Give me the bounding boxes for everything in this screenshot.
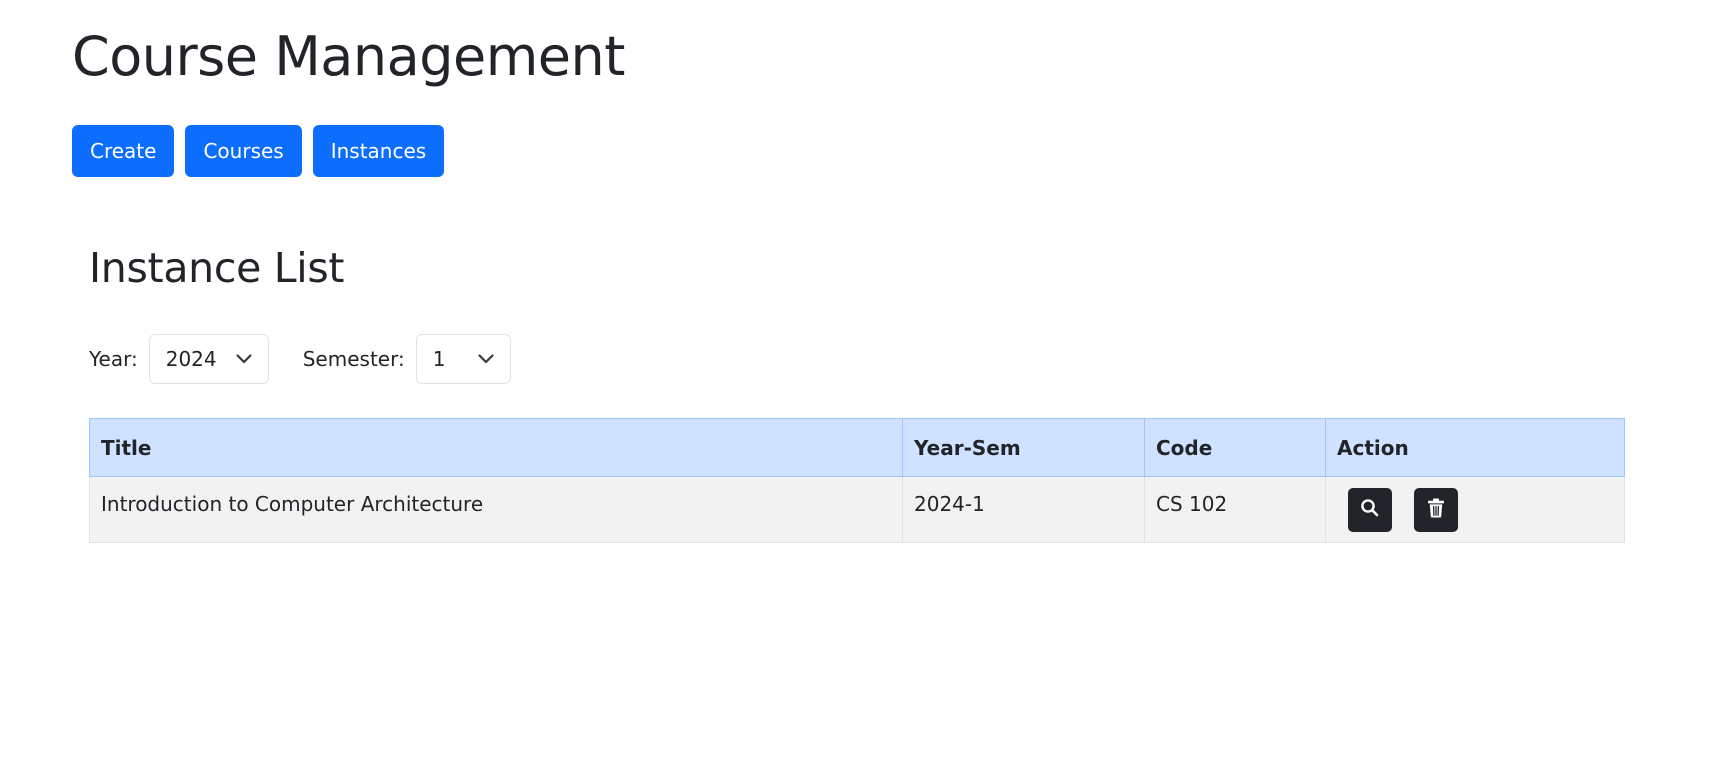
page-title: Course Management	[72, 25, 625, 88]
table-row: Introduction to Computer Architecture 20…	[89, 476, 1625, 543]
semester-label: Semester:	[302, 347, 405, 371]
trash-icon	[1427, 498, 1445, 523]
view-button[interactable]	[1348, 488, 1392, 532]
filter-bar: Year: 2024 Semester: 1	[89, 333, 511, 385]
courses-button[interactable]: Courses	[185, 125, 302, 177]
section-title: Instance List	[89, 244, 345, 292]
search-icon	[1360, 498, 1380, 523]
create-button[interactable]: Create	[72, 125, 175, 177]
chevron-down-icon	[236, 354, 252, 364]
column-header-year-sem: Year-Sem	[902, 418, 1145, 477]
cell-title: Introduction to Computer Architecture	[89, 476, 903, 543]
year-select[interactable]: 2024	[148, 334, 269, 384]
semester-select-value: 1	[432, 347, 446, 371]
column-header-code: Code	[1144, 418, 1326, 477]
year-select-value: 2024	[165, 347, 217, 371]
delete-button[interactable]	[1414, 488, 1458, 532]
table-header-row: Title Year-Sem Code Action	[89, 418, 1625, 477]
semester-select[interactable]: 1	[415, 334, 511, 384]
cell-year-sem: 2024-1	[902, 476, 1145, 543]
column-header-action: Action	[1325, 418, 1625, 477]
cell-action	[1325, 476, 1625, 543]
nav-button-group: Create Courses Instances	[72, 125, 445, 177]
instances-button[interactable]: Instances	[312, 125, 445, 177]
column-header-title: Title	[89, 418, 903, 477]
instance-table: Title Year-Sem Code Action Introduction …	[89, 418, 1625, 543]
chevron-down-icon	[478, 354, 494, 364]
year-label: Year:	[89, 347, 138, 371]
cell-code: CS 102	[1144, 476, 1326, 543]
